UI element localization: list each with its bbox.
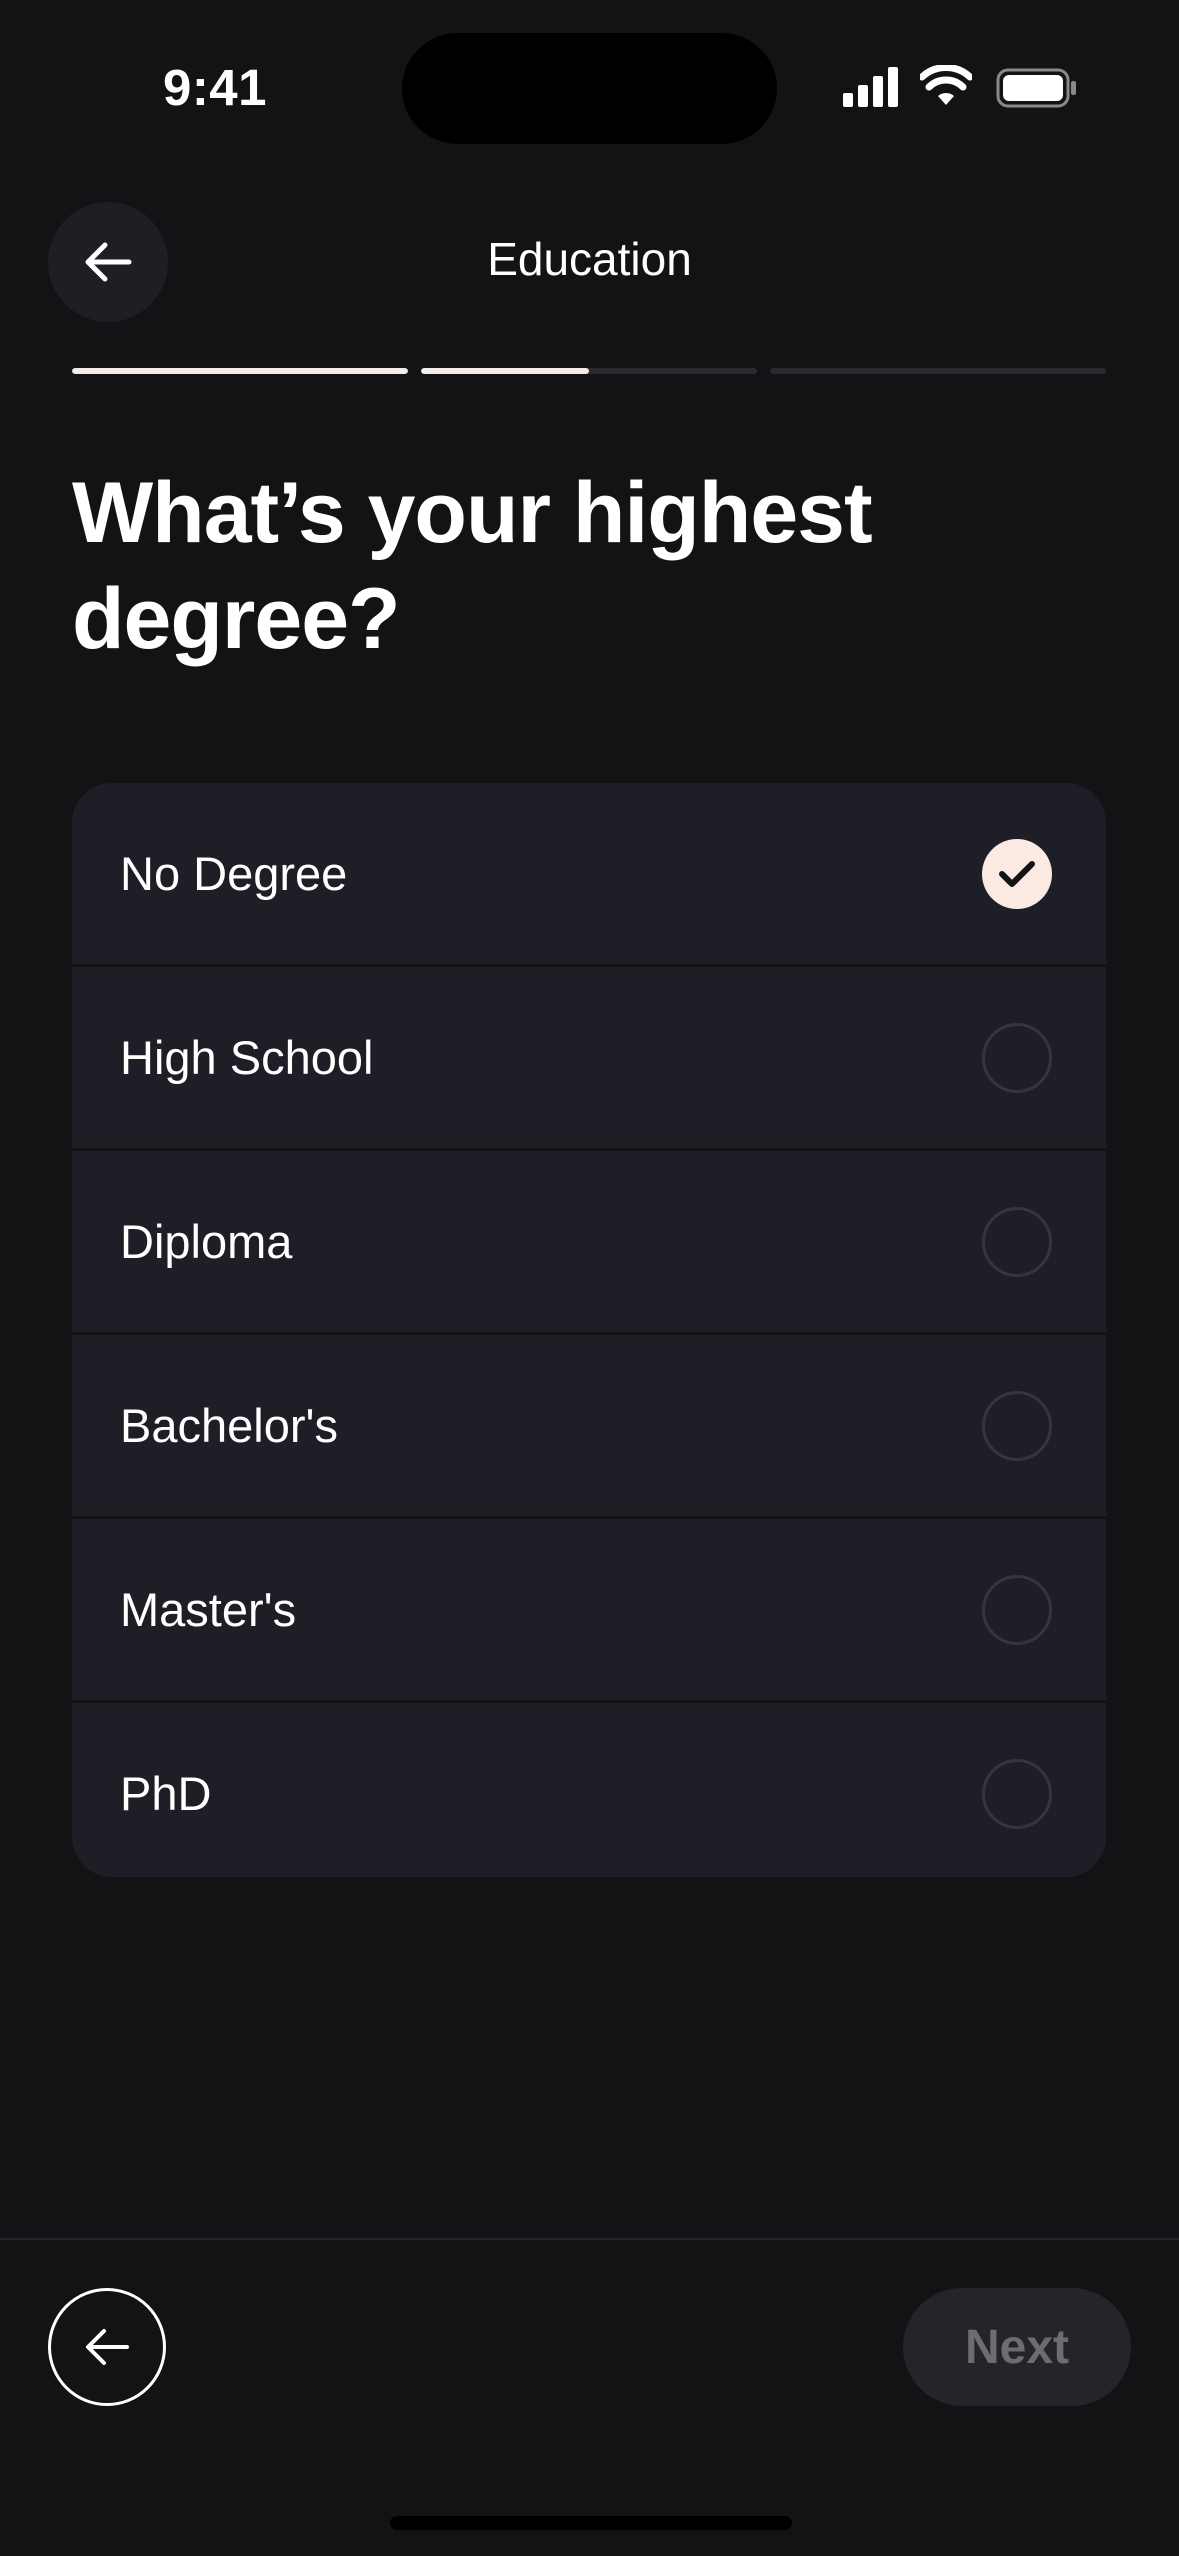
radio-button[interactable] xyxy=(982,1207,1052,1277)
radio-button[interactable] xyxy=(982,1575,1052,1645)
battery-icon xyxy=(996,68,1076,108)
option-label: Master's xyxy=(120,1583,297,1636)
option-diploma[interactable]: Diploma xyxy=(72,1151,1106,1335)
back-button[interactable] xyxy=(48,202,168,322)
cellular-signal-icon xyxy=(843,67,899,107)
screen: 9:41 Education What’s your highest degre… xyxy=(0,0,1179,2556)
option-no-degree[interactable]: No Degree xyxy=(72,783,1106,967)
page-title: Education xyxy=(487,233,692,285)
home-indicator xyxy=(390,2516,792,2530)
option-label: Bachelor's xyxy=(120,1399,338,1452)
dynamic-island xyxy=(402,33,777,144)
option-phd[interactable]: PhD xyxy=(72,1703,1106,1877)
arrow-left-icon xyxy=(85,242,132,282)
radio-button[interactable] xyxy=(982,1023,1052,1093)
arrow-left-icon xyxy=(86,2329,129,2365)
footer-divider xyxy=(0,2238,1179,2240)
checkmark-icon xyxy=(999,861,1035,887)
option-label: High School xyxy=(120,1031,374,1084)
option-bachelors[interactable]: Bachelor's xyxy=(72,1335,1106,1519)
radio-button[interactable] xyxy=(982,839,1052,909)
progress-segment-1 xyxy=(72,368,408,374)
wifi-icon xyxy=(920,65,972,105)
radio-button[interactable] xyxy=(982,1759,1052,1829)
option-high-school[interactable]: High School xyxy=(72,967,1106,1151)
option-masters[interactable]: Master's xyxy=(72,1519,1106,1703)
progress-fill xyxy=(72,368,408,374)
option-label: Diploma xyxy=(120,1215,293,1268)
progress-segment-2 xyxy=(421,368,757,374)
progress-segment-3 xyxy=(770,368,1106,374)
status-time: 9:41 xyxy=(162,59,268,116)
radio-button[interactable] xyxy=(982,1391,1052,1461)
question-heading: What’s your highest degree? xyxy=(72,465,873,667)
option-label: PhD xyxy=(120,1767,212,1820)
progress-fill xyxy=(421,368,589,374)
option-label: No Degree xyxy=(120,847,348,900)
next-button[interactable]: Next xyxy=(903,2288,1131,2406)
footer-back-button[interactable] xyxy=(48,2288,166,2406)
degree-options-list: No Degree High School Diploma Bachelor's… xyxy=(72,783,1106,1877)
